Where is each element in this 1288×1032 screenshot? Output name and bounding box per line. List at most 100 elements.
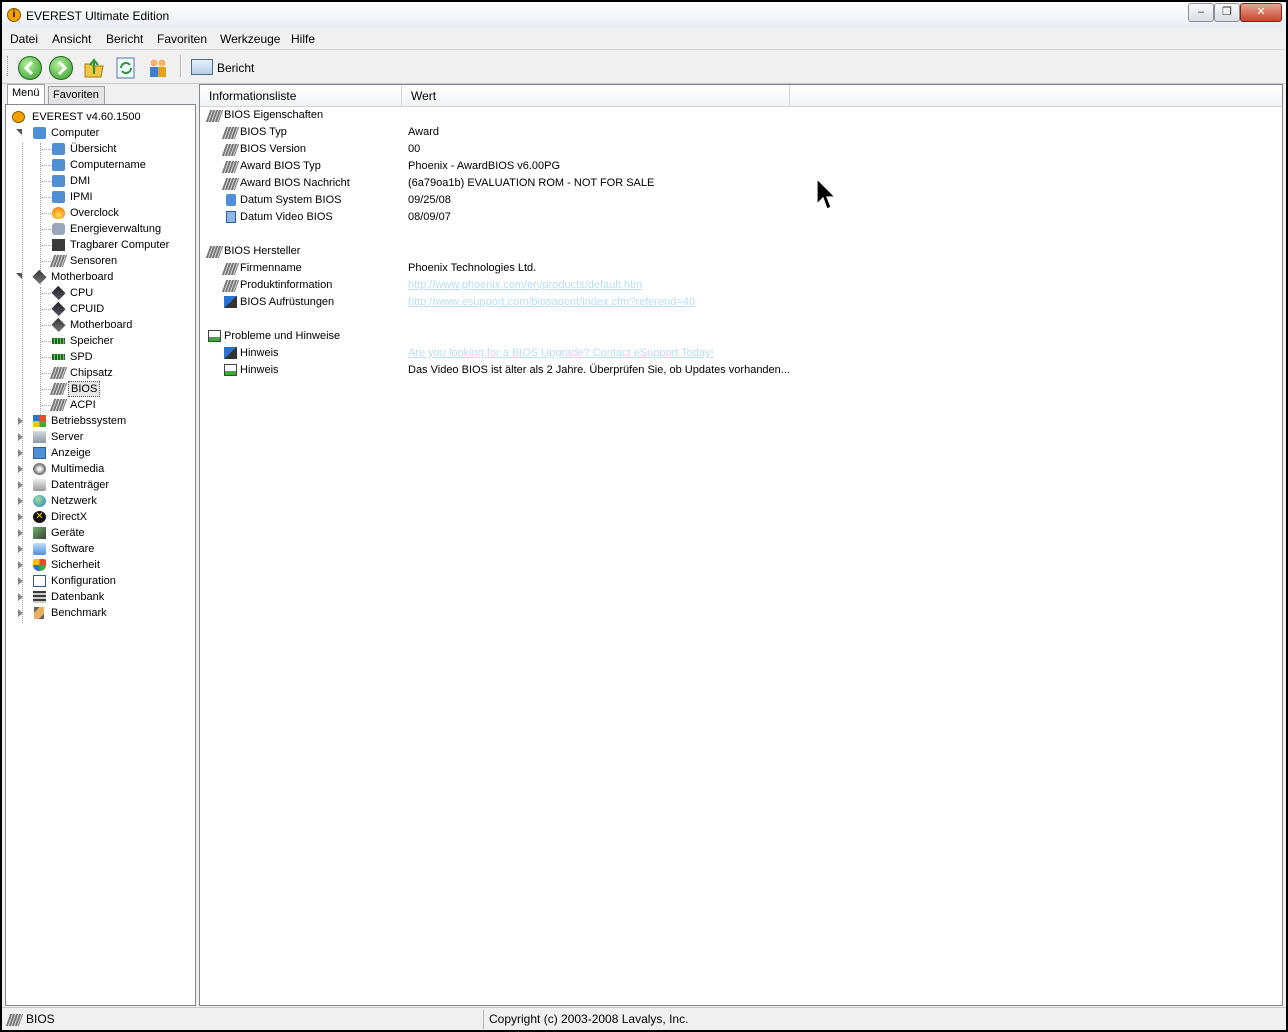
tree-item-software[interactable]: Software [6,541,195,557]
menu-favoriten[interactable]: Favoriten [155,31,209,47]
collapse-arrow-icon[interactable] [16,129,22,135]
tree-item-datenbank[interactable]: Datenbank [6,589,195,605]
tree-item-multimedia[interactable]: Multimedia [6,461,195,477]
tree-item-betriebssystem[interactable]: Betriebssystem [6,413,195,429]
menu-datei[interactable]: Datei [8,31,40,47]
tree-item-chipsatz[interactable]: Chipsatz [6,365,195,381]
list-item[interactable]: Hinweis Das Video BIOS ist älter als 2 J… [200,362,1280,379]
list-item[interactable]: BIOS Aufrüstungen http://www.esupport.co… [200,294,1280,311]
tree-item-sensoren[interactable]: Sensoren [6,253,195,269]
expand-arrow-icon[interactable] [18,593,23,601]
column-header-informationsliste[interactable]: Informationsliste [200,85,402,107]
forward-icon[interactable] [49,56,73,80]
expand-arrow-icon[interactable] [18,465,23,473]
users-icon[interactable] [146,56,170,80]
tab-menu[interactable]: Menü [7,84,45,105]
toolbar-grip[interactable] [7,56,10,76]
chip-icon [205,110,224,122]
tree-item-cpu[interactable]: CPU [6,285,195,301]
section-header[interactable]: BIOS Hersteller [200,243,1280,260]
list-item[interactable]: Firmenname Phoenix Technologies Ltd. [200,260,1280,277]
folder-up-icon[interactable] [82,56,106,80]
shield-icon [33,559,46,571]
tree-item-acpi[interactable]: ACPI [6,397,195,413]
tree-item-netzwerk[interactable]: Netzwerk [6,493,195,509]
expand-arrow-icon[interactable] [18,449,23,457]
expand-arrow-icon[interactable] [18,497,23,505]
column-header-wert[interactable]: Wert [402,85,790,107]
tree-item-benchmark[interactable]: Benchmark [6,605,195,621]
navigation-tree: EVEREST v4.60.1500 Computer Übersicht Co… [5,104,196,1006]
tree-item-sicherheit[interactable]: Sicherheit [6,557,195,573]
laptop-icon [52,239,65,251]
tree-item-cpuid[interactable]: CPUID [6,301,195,317]
tree-item-datentraeger[interactable]: Datenträger [6,477,195,493]
list-item[interactable]: Award BIOS Typ Phoenix - AwardBIOS v6.00… [200,158,1280,175]
product-info-link[interactable]: http://www.phoenix.com/en/products/defau… [408,277,642,294]
section-header[interactable]: BIOS Eigenschaften [200,107,1280,124]
esupport-link[interactable]: Are you looking for a BIOS Upgrade? Cont… [408,345,714,362]
menu-hilfe[interactable]: Hilfe [289,31,317,47]
expand-arrow-icon[interactable] [18,545,23,553]
tree-item-uebersicht[interactable]: Übersicht [6,141,195,157]
list-item[interactable]: Hinweis Are you looking for a BIOS Upgra… [200,345,1280,362]
section-header[interactable]: Probleme und Hinweise [200,328,1280,345]
tree-item-geraete[interactable]: Geräte [6,525,195,541]
tree-item-tragbarer-computer[interactable]: Tragbarer Computer [6,237,195,253]
cpu-icon [51,285,66,301]
tree-item-energieverwaltung[interactable]: Energieverwaltung [6,221,195,237]
tree-item-computername[interactable]: Computername [6,157,195,173]
back-icon[interactable] [18,56,42,80]
menu-bericht[interactable]: Bericht [104,31,145,47]
tree-item-spd[interactable]: SPD [6,349,195,365]
tree-item-ipmi[interactable]: IPMI [6,189,195,205]
refresh-icon[interactable] [114,56,138,80]
tree-item-dmi[interactable]: DMI [6,173,195,189]
expand-arrow-icon[interactable] [18,481,23,489]
tab-favoriten[interactable]: Favoriten [48,86,105,104]
server-icon [33,431,46,443]
expand-arrow-icon[interactable] [18,513,23,521]
minimize-button[interactable]: – [1188,3,1214,22]
expand-arrow-icon[interactable] [18,561,23,569]
tree-item-speicher[interactable]: Speicher [6,333,195,349]
main-window: i EVEREST Ultimate Edition – ❐ ✕ Datei A… [2,2,1286,1030]
bios-upgrade-link[interactable]: http://www.esupport.com/biosagent/index.… [408,294,695,311]
tree-item-bios[interactable]: BIOS [6,381,195,397]
expand-arrow-icon[interactable] [18,433,23,441]
report-button-label[interactable]: Bericht [217,61,254,75]
tree-connector [41,149,51,150]
expand-arrow-icon[interactable] [18,609,23,617]
tree-connector [41,181,51,182]
title-bar[interactable]: i EVEREST Ultimate Edition – ❐ ✕ [2,2,1286,29]
computer-icon [52,143,65,155]
list-item[interactable]: BIOS Typ Award [200,124,1280,141]
tree-item-motherboard-group[interactable]: Motherboard [6,269,195,285]
expand-arrow-icon[interactable] [18,529,23,537]
close-button[interactable]: ✕ [1240,3,1282,22]
chip-icon [221,161,240,173]
tree-item-overclock[interactable]: Overclock [6,205,195,221]
expand-arrow-icon[interactable] [18,417,23,425]
menu-werkzeuge[interactable]: Werkzeuge [218,31,282,47]
menu-ansicht[interactable]: Ansicht [50,31,93,47]
list-item[interactable]: Produktinformation http://www.phoenix.co… [200,277,1280,294]
tree-connector [41,245,51,246]
list-item[interactable]: Award BIOS Nachricht (6a79oa1b) EVALUATI… [200,175,1280,192]
restore-button[interactable]: ❐ [1214,3,1240,22]
expand-arrow-icon[interactable] [18,577,23,585]
tree-item-motherboard[interactable]: Motherboard [6,317,195,333]
list-item[interactable]: Datum System BIOS 09/25/08 [200,192,1280,209]
tree-item-everest[interactable]: EVEREST v4.60.1500 [6,109,195,125]
tree-item-anzeige[interactable]: Anzeige [6,445,195,461]
tree-item-konfiguration[interactable]: Konfiguration [6,573,195,589]
report-icon[interactable] [191,59,213,75]
tree-item-computer[interactable]: Computer [6,125,195,141]
collapse-arrow-icon[interactable] [16,273,22,279]
list-item[interactable]: BIOS Version 00 [200,141,1280,158]
tree-connector [41,325,51,326]
list-item[interactable]: Datum Video BIOS 08/09/07 [200,209,1280,226]
tree-item-directx[interactable]: ✕ DirectX [6,509,195,525]
tree-item-server[interactable]: Server [6,429,195,445]
tree-connector [41,341,51,342]
